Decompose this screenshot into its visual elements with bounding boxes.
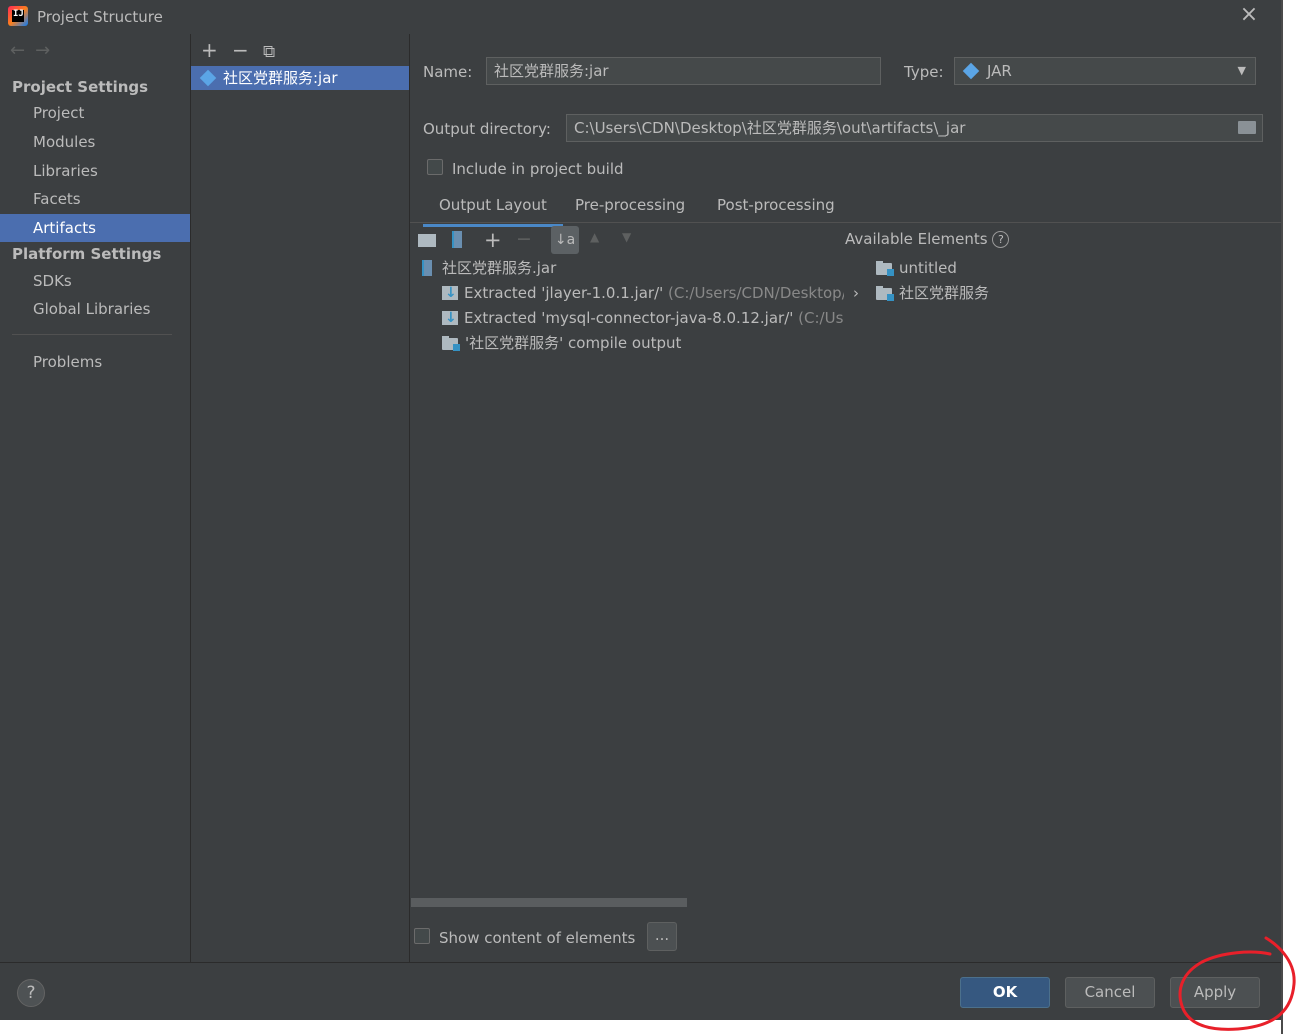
copy-icon[interactable]: ⧉	[263, 42, 294, 62]
forward-arrow-icon[interactable]: →	[35, 40, 60, 61]
show-content-checkbox[interactable]	[414, 928, 430, 944]
type-label: Type:	[904, 63, 944, 81]
tree-root-jar[interactable]: 社区党群服务.jar	[422, 256, 556, 280]
more-options-button[interactable]: ...	[647, 922, 677, 951]
horizontal-scrollbar[interactable]	[411, 898, 687, 907]
create-directory-icon[interactable]	[418, 234, 436, 247]
sort-alphabetically-icon[interactable]: ↓a	[551, 226, 579, 254]
extracted-archive-icon	[442, 306, 458, 330]
back-arrow-icon[interactable]: ←	[10, 40, 35, 61]
output-directory-value: C:\Users\CDN\Desktop\社区党群服务\out\artifact…	[574, 119, 966, 137]
window-edge	[1281, 0, 1283, 1034]
type-dropdown[interactable]: JAR ▼	[954, 57, 1256, 85]
move-up-icon[interactable]: ▲	[590, 230, 599, 244]
module-output-folder-icon	[442, 336, 460, 351]
create-archive-icon[interactable]	[452, 231, 462, 248]
title-bar: IJ Project Structure ×	[0, 0, 1281, 34]
output-directory-label: Output directory:	[423, 120, 551, 138]
tree-root-label: 社区党群服务.jar	[442, 259, 557, 277]
red-circle-annotation	[1178, 936, 1296, 1031]
chevron-right-icon[interactable]: ›	[853, 281, 876, 305]
browse-folder-icon[interactable]	[1238, 121, 1256, 134]
artifact-list-item[interactable]: 社区党群服务:jar	[191, 66, 409, 90]
output-directory-input[interactable]: C:\Users\CDN\Desktop\社区党群服务\out\artifact…	[566, 114, 1263, 142]
settings-sidebar: ←→ Project Settings Project Modules Libr…	[0, 34, 191, 962]
sidebar-item-project[interactable]: Project	[0, 99, 190, 127]
available-elements-title: Available Elements	[845, 230, 988, 248]
window-title: Project Structure	[37, 8, 163, 26]
available-item-shequ[interactable]: › 社区党群服务	[853, 281, 989, 305]
sidebar-item-sdks[interactable]: SDKs	[0, 267, 190, 295]
project-structure-dialog: IJ Project Structure × ←→ Project Settin…	[0, 0, 1281, 1020]
remove-element-icon[interactable]: −	[516, 228, 532, 250]
remove-icon[interactable]: −	[232, 38, 263, 62]
sidebar-item-problems[interactable]: Problems	[0, 348, 190, 376]
sidebar-item-libraries[interactable]: Libraries	[0, 157, 190, 185]
available-item-untitled[interactable]: untitled	[876, 256, 957, 280]
sidebar-item-facets[interactable]: Facets	[0, 185, 190, 213]
project-settings-header: Project Settings	[12, 78, 149, 96]
jar-archive-icon	[422, 260, 432, 276]
module-folder-icon	[876, 261, 894, 276]
platform-settings-header: Platform Settings	[12, 245, 162, 263]
move-down-icon[interactable]: ▼	[622, 230, 631, 244]
sidebar-divider	[12, 334, 172, 335]
tab-pre-processing[interactable]: Pre-processing	[575, 196, 685, 224]
jar-type-icon	[962, 62, 980, 80]
add-icon[interactable]: +	[201, 38, 232, 62]
sidebar-item-global-libraries[interactable]: Global Libraries	[0, 295, 190, 323]
tabs-divider	[410, 222, 1281, 223]
sidebar-item-artifacts[interactable]: Artifacts	[0, 214, 190, 242]
tree-item-path: (C:/User	[798, 309, 844, 327]
available-elements-header: Available Elements ?	[845, 230, 1010, 248]
artifacts-toolbar: + − ⧉	[201, 38, 294, 62]
tree-item-label: Extracted 'mysql-connector-java-8.0.12.j…	[464, 309, 794, 327]
ok-button[interactable]: OK	[960, 977, 1050, 1008]
cancel-button[interactable]: Cancel	[1065, 977, 1155, 1008]
chevron-down-icon: ▼	[1237, 64, 1246, 77]
name-input[interactable]: 社区党群服务:jar	[486, 57, 881, 85]
help-circle-icon[interactable]: ?	[992, 231, 1010, 248]
tree-item-compile-output[interactable]: '社区党群服务' compile output	[442, 331, 681, 355]
intellij-app-icon: IJ	[8, 6, 28, 26]
tree-item-mysql[interactable]: Extracted 'mysql-connector-java-8.0.12.j…	[442, 306, 844, 330]
include-in-build-checkbox[interactable]	[427, 159, 443, 175]
tree-item-label: Extracted 'jlayer-1.0.1.jar/'	[464, 284, 664, 302]
sidebar-item-modules[interactable]: Modules	[0, 128, 190, 156]
tree-item-label: '社区党群服务' compile output	[465, 334, 682, 352]
extracted-archive-icon	[442, 281, 458, 305]
type-value: JAR	[987, 62, 1012, 80]
artifact-editor: Name: 社区党群服务:jar Type: JAR ▼ Output dire…	[410, 34, 1281, 962]
tree-item-jlayer[interactable]: Extracted 'jlayer-1.0.1.jar/' (C:/Users/…	[442, 281, 844, 305]
available-item-label: untitled	[899, 259, 957, 277]
close-icon[interactable]: ×	[1238, 4, 1260, 26]
add-copy-icon[interactable]: +	[484, 228, 502, 252]
artifact-diamond-icon	[199, 69, 217, 87]
available-item-label: 社区党群服务	[899, 284, 990, 302]
nav-arrows: ←→	[10, 40, 60, 61]
tree-item-path: (C:/Users/CDN/Desktop/社	[668, 284, 844, 302]
artifact-list-label: 社区党群服务:jar	[223, 69, 338, 87]
show-content-label: Show content of elements	[439, 929, 636, 947]
help-button[interactable]: ?	[17, 979, 45, 1007]
name-label: Name:	[423, 63, 473, 81]
artifacts-list-panel: + − ⧉ 社区党群服务:jar	[191, 34, 410, 962]
include-in-build-label: Include in project build	[452, 160, 624, 178]
tab-post-processing[interactable]: Post-processing	[717, 196, 835, 224]
module-folder-icon	[876, 286, 894, 301]
dialog-button-bar: ? OK Cancel Apply	[0, 962, 1281, 1020]
